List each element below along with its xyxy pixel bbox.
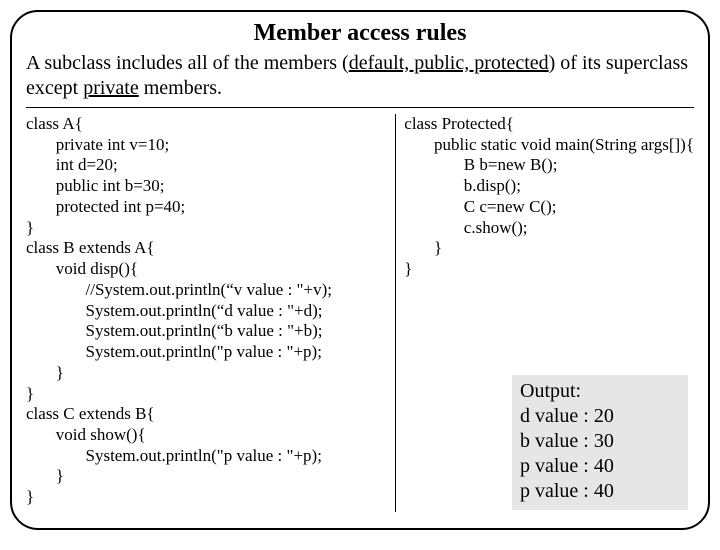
horizontal-rule xyxy=(26,107,694,108)
output-heading: Output: xyxy=(520,379,680,404)
left-column: class A{ private int v=10; int d=20; pub… xyxy=(26,114,395,512)
output-line: p value : 40 xyxy=(520,479,680,504)
slide-title: Member access rules xyxy=(26,20,694,47)
columns: class A{ private int v=10; int d=20; pub… xyxy=(26,114,694,512)
intro-post: members. xyxy=(139,77,222,99)
right-column: class Protected{ public static void main… xyxy=(402,114,694,512)
intro-underline-private: private xyxy=(83,77,139,99)
intro-underline-modifiers: default, public, protected xyxy=(349,52,549,74)
code-right: class Protected{ public static void main… xyxy=(404,114,694,280)
intro-text: A subclass includes all of the members (… xyxy=(26,51,694,101)
output-box: Output: d value : 20 b value : 30 p valu… xyxy=(512,375,688,510)
output-line: b value : 30 xyxy=(520,429,680,454)
output-line: p value : 40 xyxy=(520,454,680,479)
slide-frame: Member access rules A subclass includes … xyxy=(10,10,710,530)
output-line: d value : 20 xyxy=(520,404,680,429)
code-left: class A{ private int v=10; int d=20; pub… xyxy=(26,114,389,508)
intro-pre: A subclass includes all of the members ( xyxy=(26,52,349,74)
vertical-divider xyxy=(395,114,396,512)
